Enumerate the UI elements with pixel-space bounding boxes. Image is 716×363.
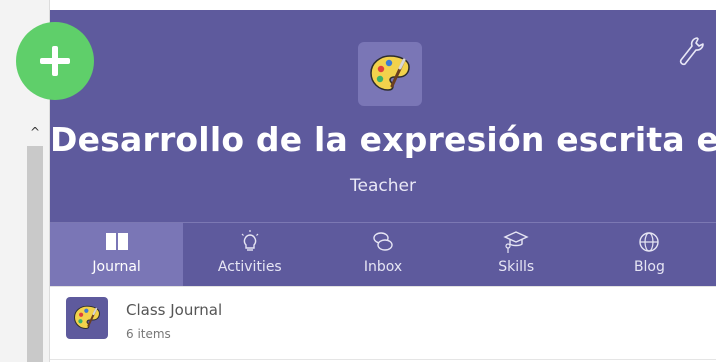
chat-bubbles-icon bbox=[373, 232, 393, 251]
tab-blog[interactable]: Blog bbox=[583, 223, 716, 287]
globe-icon bbox=[639, 232, 660, 252]
tab-inbox[interactable]: Inbox bbox=[316, 223, 449, 287]
wrench-icon[interactable] bbox=[678, 36, 704, 68]
window-top-edge bbox=[0, 0, 716, 10]
tab-label: Inbox bbox=[363, 259, 403, 275]
graduation-cap-icon bbox=[503, 231, 529, 253]
class-header: Desarrollo de la expresión escrita e... … bbox=[50, 10, 716, 222]
divider bbox=[50, 359, 716, 360]
journal-item-count: 6 items bbox=[126, 327, 171, 341]
class-title: Desarrollo de la expresión escrita e... bbox=[50, 120, 716, 159]
tab-journal[interactable]: Journal bbox=[50, 223, 184, 287]
tab-bar: Journal Activities Inbox Skills Blog bbox=[50, 222, 716, 287]
journal-item-title[interactable]: Class Journal bbox=[126, 301, 222, 319]
tab-label: Skills bbox=[498, 259, 535, 275]
tab-skills[interactable]: Skills bbox=[450, 223, 583, 287]
tab-activities[interactable]: Activities bbox=[183, 223, 316, 287]
palette-icon bbox=[358, 42, 422, 106]
palette-icon bbox=[66, 297, 108, 339]
role-label: Teacher bbox=[350, 176, 416, 196]
book-icon bbox=[105, 233, 128, 250]
lightbulb-icon bbox=[241, 230, 259, 251]
journal-list: Class Journal 6 items bbox=[50, 286, 716, 363]
tab-label: Blog bbox=[633, 259, 665, 275]
tab-label: Activities bbox=[217, 259, 282, 275]
scrollbar-thumb[interactable] bbox=[27, 146, 43, 362]
scroll-up-arrow[interactable]: ^ bbox=[27, 122, 43, 142]
tab-label: Journal bbox=[92, 259, 141, 275]
add-button[interactable] bbox=[16, 22, 94, 100]
